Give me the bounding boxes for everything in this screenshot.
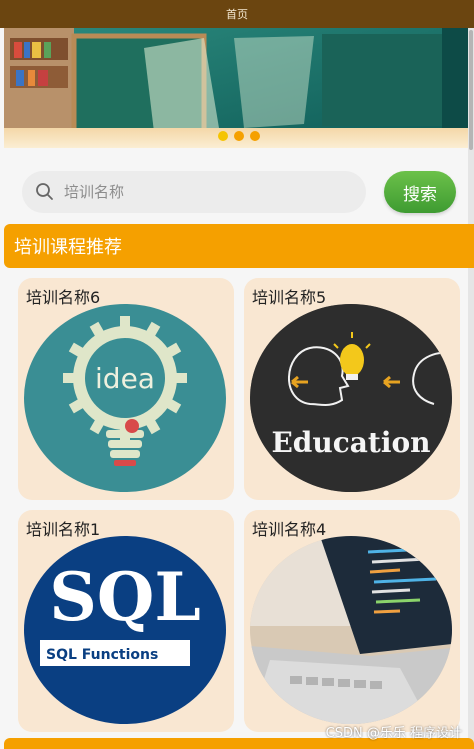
app-header: 首页 xyxy=(0,0,474,28)
course-image-idea[interactable]: idea xyxy=(24,304,226,492)
section-title: 培训课程推荐 xyxy=(14,237,122,258)
search-input[interactable] xyxy=(62,182,346,202)
idea-lightbulb-icon: idea xyxy=(24,304,226,492)
carousel-dot[interactable] xyxy=(250,131,260,141)
laptop-code-icon xyxy=(250,536,452,724)
course-card[interactable]: 培训名称5 Education xyxy=(244,278,460,500)
course-card[interactable]: 培训名称6 idea xyxy=(18,278,234,500)
svg-text:SQL: SQL xyxy=(49,558,201,636)
search-bar: 搜索 xyxy=(22,171,456,213)
course-image-laptop[interactable] xyxy=(250,536,452,724)
search-field[interactable] xyxy=(22,171,366,213)
search-button[interactable]: 搜索 xyxy=(384,171,456,213)
banner-image xyxy=(4,28,468,148)
course-title: 培训名称5 xyxy=(252,288,327,307)
svg-text:SQL Functions: SQL Functions xyxy=(46,647,158,663)
svg-text:idea: idea xyxy=(95,362,155,395)
svg-text:Education: Education xyxy=(271,426,430,459)
sql-functions-icon: SQL SQL Functions xyxy=(24,536,226,724)
education-chalkboard-icon: Education xyxy=(250,304,452,492)
course-title: 培训名称6 xyxy=(26,288,101,307)
carousel-indicator xyxy=(218,131,260,141)
section-header: 培训课程推荐 xyxy=(4,224,474,268)
scrollbar-thumb[interactable] xyxy=(469,30,473,150)
carousel-dot[interactable] xyxy=(218,131,228,141)
course-title: 培训名称1 xyxy=(26,520,101,539)
banner-carousel[interactable] xyxy=(4,28,468,148)
carousel-dot[interactable] xyxy=(234,131,244,141)
page-title: 首页 xyxy=(226,8,248,21)
course-title: 培训名称4 xyxy=(252,520,327,539)
course-image-education[interactable]: Education xyxy=(250,304,452,492)
watermark: CSDN @乐乐 程序设计 xyxy=(325,726,462,741)
course-card[interactable]: 培训名称1 SQL SQL Functions xyxy=(18,510,234,732)
course-image-sql[interactable]: SQL SQL Functions xyxy=(24,536,226,724)
page-scrollbar[interactable] xyxy=(468,28,474,749)
search-icon xyxy=(36,183,53,200)
course-card[interactable]: 培训名称4 xyxy=(244,510,460,732)
